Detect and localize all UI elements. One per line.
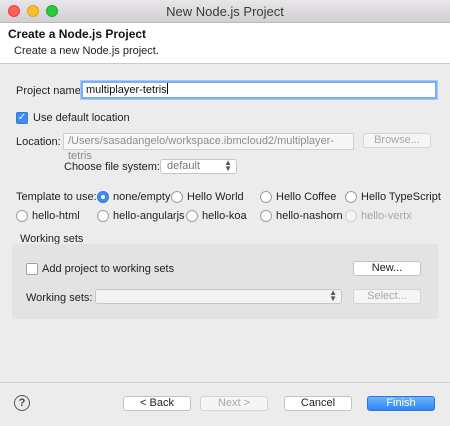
working-sets-label: Working sets: bbox=[26, 292, 93, 304]
template-radio-none-empty[interactable] bbox=[97, 191, 109, 203]
wizard-title: Create a Node.js Project bbox=[8, 27, 147, 41]
new-nodejs-project-dialog: New Node.js Project Create a Node.js Pro… bbox=[0, 0, 450, 426]
footer-divider bbox=[0, 382, 450, 383]
template-option-hello-coffee: Hello Coffee bbox=[276, 191, 337, 203]
template-radio-hello-world[interactable] bbox=[171, 191, 183, 203]
browse-button: Browse... bbox=[363, 133, 431, 148]
location-input: /Users/sasadangelo/workspace.ibmcloud2/m… bbox=[63, 133, 354, 162]
template-radio-hello-nashorn[interactable] bbox=[260, 210, 272, 222]
file-system-label: Choose file system: bbox=[64, 161, 160, 173]
back-button[interactable]: < Back bbox=[123, 396, 191, 411]
template-radio-hello-coffee[interactable] bbox=[260, 191, 272, 203]
select-working-sets-button: Select... bbox=[353, 289, 421, 304]
template-option-none-empty: none/empty bbox=[113, 191, 171, 203]
file-system-select: default ▲ ▼ bbox=[160, 159, 237, 174]
updown-chevron-icon: ▲ ▼ bbox=[329, 288, 337, 303]
working-sets-select: ▲ ▼ bbox=[95, 289, 342, 304]
next-button: Next > bbox=[200, 396, 268, 411]
working-sets-group bbox=[12, 244, 438, 319]
use-default-location-checkbox[interactable]: ✓ bbox=[16, 112, 28, 124]
title-bar: New Node.js Project bbox=[0, 0, 450, 23]
question-mark-icon[interactable]: ? bbox=[14, 395, 30, 411]
project-name-label: Project name: bbox=[16, 85, 84, 97]
template-radio-hello-typescript[interactable] bbox=[345, 191, 357, 203]
file-system-value: default bbox=[167, 160, 201, 172]
template-option-hello-nashorn: hello-nashorn bbox=[276, 210, 343, 222]
wizard-banner: Create a Node.js Project Create a new No… bbox=[0, 23, 450, 64]
add-to-working-sets-label: Add project to working sets bbox=[42, 263, 175, 275]
window-title: New Node.js Project bbox=[166, 4, 284, 19]
cancel-button[interactable]: Cancel bbox=[284, 396, 352, 411]
template-label: Template to use: bbox=[16, 191, 97, 203]
template-option-hello-koa: hello-koa bbox=[202, 210, 247, 222]
template-radio-hello-vertx bbox=[345, 210, 357, 222]
project-name-input[interactable]: multiplayer-tetris bbox=[81, 81, 437, 99]
template-option-hello-angularjs: hello-angularjs bbox=[113, 210, 185, 222]
template-option-hello-world: Hello World bbox=[187, 191, 244, 203]
text-caret bbox=[166, 83, 168, 94]
project-name-value: multiplayer-tetris bbox=[86, 84, 167, 96]
template-radio-hello-angularjs[interactable] bbox=[97, 210, 109, 222]
add-to-working-sets-checkbox[interactable] bbox=[26, 263, 38, 275]
use-default-location-label: Use default location bbox=[33, 112, 130, 124]
wizard-description: Create a new Node.js project. bbox=[14, 45, 159, 57]
updown-chevron-icon: ▲ ▼ bbox=[224, 158, 232, 173]
template-option-hello-html: hello-html bbox=[32, 210, 80, 222]
location-label: Location: bbox=[16, 136, 61, 148]
template-option-hello-typescript: Hello TypeScript bbox=[361, 191, 441, 203]
new-working-set-button[interactable]: New... bbox=[353, 261, 421, 276]
finish-button[interactable]: Finish bbox=[367, 396, 435, 411]
template-option-hello-vertx: hello-vertx bbox=[361, 210, 412, 222]
template-radio-hello-html[interactable] bbox=[16, 210, 28, 222]
template-radio-hello-koa[interactable] bbox=[186, 210, 198, 222]
